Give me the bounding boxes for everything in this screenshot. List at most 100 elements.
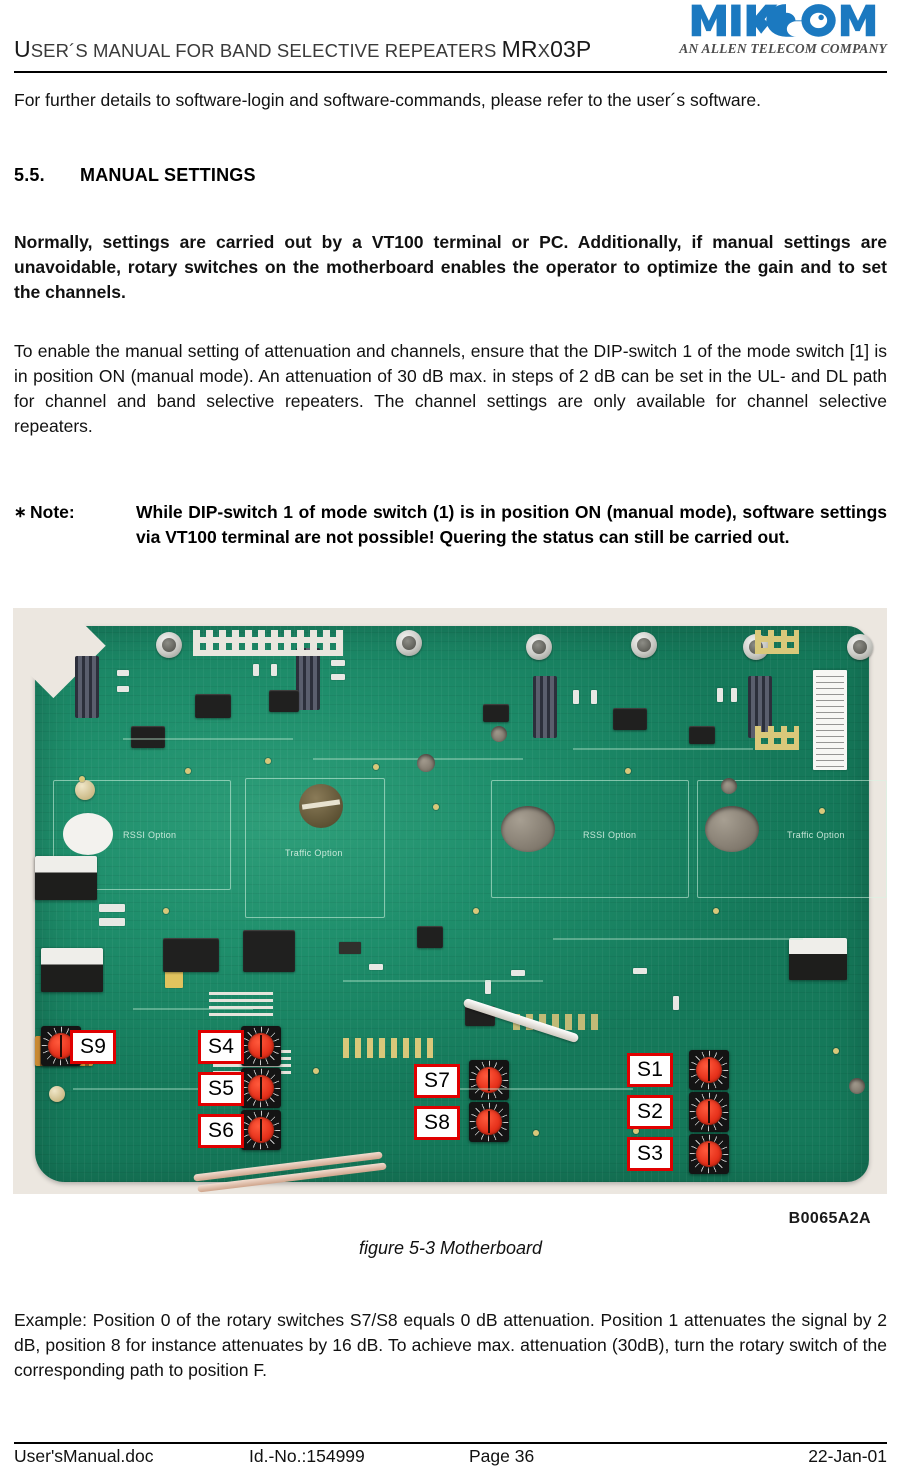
solder-pad: [833, 1048, 839, 1054]
smd-component: [99, 904, 125, 912]
rotary-dial: [696, 1057, 722, 1083]
section-title: MANUAL SETTINGS: [80, 165, 256, 185]
pcb-trace: [123, 738, 293, 740]
solder-pad-array: [755, 726, 799, 750]
mounting-standoff: [847, 634, 873, 660]
callout-s7: S7: [414, 1064, 461, 1098]
connector-pad-row: [343, 1038, 439, 1058]
rotary-slot: [708, 1101, 710, 1123]
capacitor: [75, 780, 95, 800]
header-title-model-x: X: [537, 40, 551, 61]
smd-component: [591, 690, 597, 704]
silk-traffic-option-right: Traffic Option: [787, 830, 845, 840]
pcb-trace: [73, 1088, 203, 1090]
solder-pad-array: [755, 630, 799, 654]
smd-component: [117, 686, 129, 692]
power-transistor: [35, 856, 97, 900]
smd-component: [271, 664, 277, 676]
pcb-trace: [133, 1008, 253, 1010]
smd-component: [573, 690, 579, 704]
pcb-board: [35, 626, 869, 1182]
note-block: ∗ Note: While DIP-switch 1 of mode switc…: [14, 500, 887, 550]
photo-reference-code: B0065A2A: [788, 1210, 871, 1227]
pcb-trace: [343, 980, 543, 982]
footer-divider: [14, 1442, 887, 1444]
section-number: 5.5.: [14, 165, 45, 185]
mikom-logo-icon: [691, 4, 876, 37]
note-star-icon: ∗: [14, 504, 27, 521]
solder-pad: [313, 1068, 319, 1074]
pin-header: [75, 656, 99, 718]
callout-s6: S6: [198, 1114, 245, 1148]
callout-s1: S1: [627, 1053, 674, 1087]
integrated-circuit: [269, 690, 299, 712]
rotary-switch-s4[interactable]: [241, 1026, 281, 1066]
header-title-model-num: 03P: [550, 36, 592, 62]
mounting-standoff: [631, 632, 657, 658]
solder-pad: [79, 776, 85, 782]
smd-component: [717, 688, 723, 702]
integrated-circuit: [243, 930, 295, 972]
rotary-switch-s8[interactable]: [469, 1102, 509, 1142]
detail-paragraph: To enable the manual setting of attenuat…: [14, 341, 887, 436]
header-title-model-mr: MR: [501, 36, 538, 62]
solder-pad: [185, 768, 191, 774]
smd-component: [117, 670, 129, 676]
bold-paragraph: Normally, settings are carried out by a …: [14, 232, 887, 302]
solder-pad: [265, 758, 271, 764]
integrated-circuit: [689, 726, 715, 744]
rotary-switch-s6[interactable]: [241, 1110, 281, 1150]
solder-pad: [819, 808, 825, 814]
rotary-dial: [248, 1117, 274, 1143]
footer-date: 22-Jan-01: [808, 1446, 887, 1466]
callout-s2: S2: [627, 1095, 674, 1129]
silk-rssi-option-left: RSSI Option: [123, 830, 177, 840]
footer-document-name: User'sManual.doc: [14, 1446, 154, 1466]
integrated-circuit: [131, 726, 165, 748]
ribbon-pad-array: [209, 990, 273, 1016]
note-label: Note:: [30, 502, 75, 522]
power-transistor: [789, 938, 847, 980]
rotary-slot: [60, 1035, 62, 1057]
example-paragraph: Example: Position 0 of the rotary switch…: [14, 1310, 887, 1380]
smd-component: [331, 660, 345, 666]
silk-traffic-option-left: Traffic Option: [285, 848, 343, 858]
rotary-switch-s5[interactable]: [241, 1068, 281, 1108]
footer-id-number: Id.-No.:154999: [249, 1446, 365, 1466]
footer-page-number: Page 36: [469, 1446, 535, 1466]
via-hole: [491, 726, 507, 742]
header-title: USER´S MANUAL FOR BAND SELECTIVE REPEATE…: [14, 36, 591, 63]
component-cutout: [63, 813, 113, 855]
rotary-dial: [696, 1141, 722, 1167]
logo-tagline: AN ALLEN TELECOM COMPANY: [679, 41, 887, 56]
smd-component: [331, 674, 345, 680]
pin-header: [533, 676, 557, 738]
capacitor: [49, 1086, 65, 1102]
rotary-switch-s7[interactable]: [469, 1060, 509, 1100]
company-logo: AN ALLEN TELECOM COMPANY: [675, 2, 887, 68]
rotary-dial: [696, 1099, 722, 1125]
rotary-switch-s2[interactable]: [689, 1092, 729, 1132]
rotary-switch-s1[interactable]: [689, 1050, 729, 1090]
rotary-slot: [708, 1059, 710, 1081]
via-hole: [721, 778, 737, 794]
intro-paragraph: For further details to software-login an…: [14, 90, 761, 110]
pcb-trace: [553, 938, 803, 940]
pcb-trace: [443, 1088, 633, 1090]
rotary-slot: [260, 1035, 262, 1057]
smd-component: [369, 964, 383, 970]
smd-component: [253, 664, 259, 676]
smd-component: [99, 918, 125, 926]
integrated-circuit: [163, 938, 219, 972]
solder-pad: [473, 908, 479, 914]
header-title-main: SER´S MANUAL FOR BAND SELECTIVE REPEATER…: [30, 40, 502, 61]
callout-s4: S4: [198, 1030, 245, 1064]
rotary-slot: [260, 1077, 262, 1099]
section-heading: 5.5. MANUAL SETTINGS: [14, 165, 256, 186]
smd-component: [339, 942, 361, 954]
integrated-circuit: [613, 708, 647, 730]
note-text: While DIP-switch 1 of mode switch (1) is…: [136, 502, 887, 547]
silk-rssi-option-right: RSSI Option: [583, 830, 637, 840]
smd-component: [731, 688, 737, 702]
rotary-switch-s3[interactable]: [689, 1134, 729, 1174]
